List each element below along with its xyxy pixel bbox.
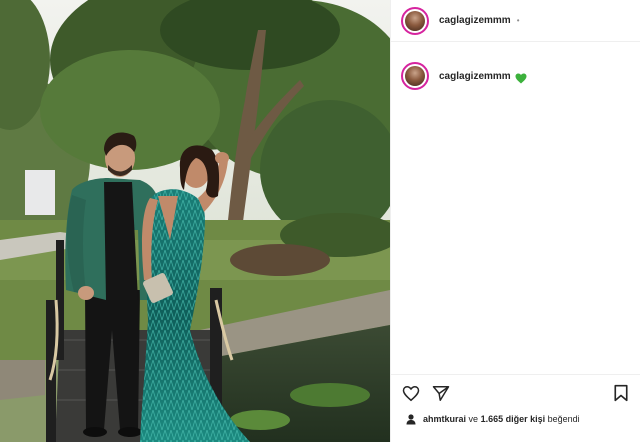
likes-text: ahmtkurai ve 1.665 diğer kişi beğendi [423, 414, 580, 424]
post-header: caglagizemmm • [391, 0, 640, 42]
action-bar [391, 375, 640, 409]
likes-suffix: beğendi [547, 414, 580, 424]
author-username[interactable]: caglagizemmm [439, 15, 511, 26]
user-avatar-icon[interactable] [405, 413, 417, 425]
green-heart-icon [515, 71, 527, 83]
instagram-post: caglagizemmm • caglagizemmm ahmtkurai ve… [0, 0, 640, 442]
post-side-panel: caglagizemmm • caglagizemmm ahmtkurai ve… [390, 0, 640, 442]
caption-row: caglagizemmm [391, 42, 640, 90]
post-photo[interactable] [0, 0, 390, 442]
paper-plane-icon[interactable] [431, 383, 451, 403]
likes-others-count[interactable]: 1.665 diğer kişi [481, 414, 546, 424]
header-dot: • [516, 16, 520, 25]
likes-row: ahmtkurai ve 1.665 diğer kişi beğendi [391, 409, 640, 429]
bookmark-icon[interactable] [611, 383, 631, 403]
likes-connector: ve [468, 414, 479, 424]
profile-photo-icon [405, 66, 425, 86]
post-actions: ahmtkurai ve 1.665 diğer kişi beğendi [391, 374, 640, 442]
couple-garden-photo [0, 0, 390, 442]
author-avatar[interactable] [401, 6, 429, 35]
liker-username[interactable]: ahmtkurai [423, 414, 466, 424]
caption-avatar[interactable] [401, 62, 429, 90]
heart-outline-icon[interactable] [401, 383, 421, 403]
profile-photo-icon [405, 10, 425, 31]
caption-username[interactable]: caglagizemmm [439, 71, 511, 82]
